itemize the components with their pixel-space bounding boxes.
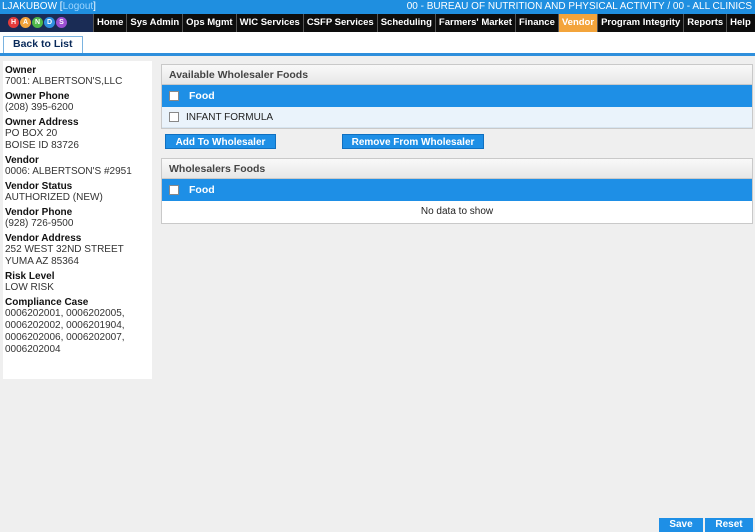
remove-from-wholesaler-button[interactable]: Remove From Wholesaler: [342, 134, 484, 149]
username: LJAKUBOW: [2, 1, 58, 12]
nav-item-csfp-services[interactable]: CSFP Services: [302, 14, 377, 32]
owner-address-label: Owner Address: [5, 117, 79, 128]
save-button[interactable]: Save: [659, 518, 703, 532]
food-column-header[interactable]: Food: [189, 85, 215, 107]
toolbar: Back to List: [0, 32, 755, 56]
vendor-value: 0006: ALBERTSON'S #2951: [5, 166, 132, 177]
available-foods-panel: Available Wholesaler Foods Food INFANT F…: [161, 64, 753, 129]
vendor-status-value: AUTHORIZED (NEW): [5, 192, 103, 203]
available-foods-title: Available Wholesaler Foods: [162, 65, 752, 85]
logo-letter: S: [56, 17, 67, 28]
row-checkbox[interactable]: [169, 112, 179, 122]
vendor-label: Vendor: [5, 155, 39, 166]
wholesalers-foods-title: Wholesalers Foods: [162, 159, 752, 179]
vendor-status-label: Vendor Status: [5, 181, 73, 192]
nav-menu: Home Sys Admin Ops Mgmt WIC Services CSFP Se…: [93, 14, 754, 32]
owner-address-line2: BOISE ID 83726: [5, 140, 79, 151]
available-foods-grid-header: Food: [162, 85, 752, 107]
nav-item-home[interactable]: Home: [93, 14, 126, 32]
select-all-available-checkbox[interactable]: [169, 91, 179, 101]
logout-link[interactable]: Logout: [63, 1, 94, 12]
compliance-case-line: 0006202002, 0006201904,: [5, 320, 125, 331]
vendor-phone-label: Vendor Phone: [5, 207, 73, 218]
vendor-address-label: Vendor Address: [5, 233, 82, 244]
user-info: LJAKUBOW [Logout]: [2, 1, 96, 12]
risk-level-value: LOW RISK: [5, 282, 54, 293]
logo-letter: D: [44, 17, 55, 28]
nav-item-vendor[interactable]: Vendor: [557, 14, 598, 32]
vendor-phone-value: (928) 726-9500: [5, 218, 74, 229]
nav-item-help[interactable]: Help: [726, 14, 754, 32]
owner-phone-value: (208) 395-6200: [5, 102, 74, 113]
add-to-wholesaler-button[interactable]: Add To Wholesaler: [165, 134, 276, 149]
owner-phone-label: Owner Phone: [5, 91, 70, 102]
table-row[interactable]: INFANT FORMULA: [162, 107, 752, 128]
nav-item-scheduling[interactable]: Scheduling: [376, 14, 435, 32]
wholesalers-foods-panel: Wholesalers Foods Food No data to show: [161, 158, 753, 224]
compliance-case-line: 0006202006, 0006202007,: [5, 332, 125, 343]
logo-letter: A: [20, 17, 31, 28]
top-status-bar: LJAKUBOW [Logout] 00 - BUREAU OF NUTRITI…: [0, 0, 755, 14]
nav-item-reports[interactable]: Reports: [683, 14, 726, 32]
food-column-header[interactable]: Food: [189, 179, 215, 201]
wholesalers-foods-grid-header: Food: [162, 179, 752, 201]
nav-item-program-integrity[interactable]: Program Integrity: [597, 14, 683, 32]
main-navigation: HANDS Home Sys Admin Ops Mgmt WIC Services C…: [0, 14, 755, 32]
vendor-address-line1: 252 WEST 32ND STREET: [5, 244, 124, 255]
hands-logo[interactable]: HANDS: [0, 14, 93, 32]
reset-button[interactable]: Reset: [705, 518, 753, 532]
select-all-wholesalers-checkbox[interactable]: [169, 185, 179, 195]
compliance-case-line: 0006202001, 0006202005,: [5, 308, 125, 319]
vendor-address-line2: YUMA AZ 85364: [5, 256, 79, 267]
back-to-list-button[interactable]: Back to List: [3, 36, 83, 53]
owner-label: Owner: [5, 65, 37, 76]
nav-item-farmers-market[interactable]: Farmers' Market: [434, 14, 515, 32]
logo-letter: N: [32, 17, 43, 28]
risk-level-label: Risk Level: [5, 271, 55, 282]
logo-letter: H: [8, 17, 19, 28]
compliance-case-label: Compliance Case: [5, 297, 89, 308]
owner-value: 7001: ALBERTSON'S,LLC: [5, 76, 123, 87]
nav-item-finance[interactable]: Finance: [514, 14, 558, 32]
food-cell: INFANT FORMULA: [186, 112, 274, 123]
owner-address-line1: PO BOX 20: [5, 128, 58, 139]
organization-title: 00 - BUREAU OF NUTRITION AND PHYSICAL AC…: [406, 1, 752, 12]
nav-item-sys-admin[interactable]: Sys Admin: [126, 14, 182, 32]
compliance-case-line: 0006202004: [5, 344, 61, 355]
nav-item-wic-services[interactable]: WIC Services: [235, 14, 303, 32]
nav-item-ops-mgmt[interactable]: Ops Mgmt: [182, 14, 235, 32]
no-data-message: No data to show: [162, 201, 752, 223]
vendor-info-panel: Owner 7001: ALBERTSON'S,LLC Owner Phone …: [3, 61, 152, 379]
